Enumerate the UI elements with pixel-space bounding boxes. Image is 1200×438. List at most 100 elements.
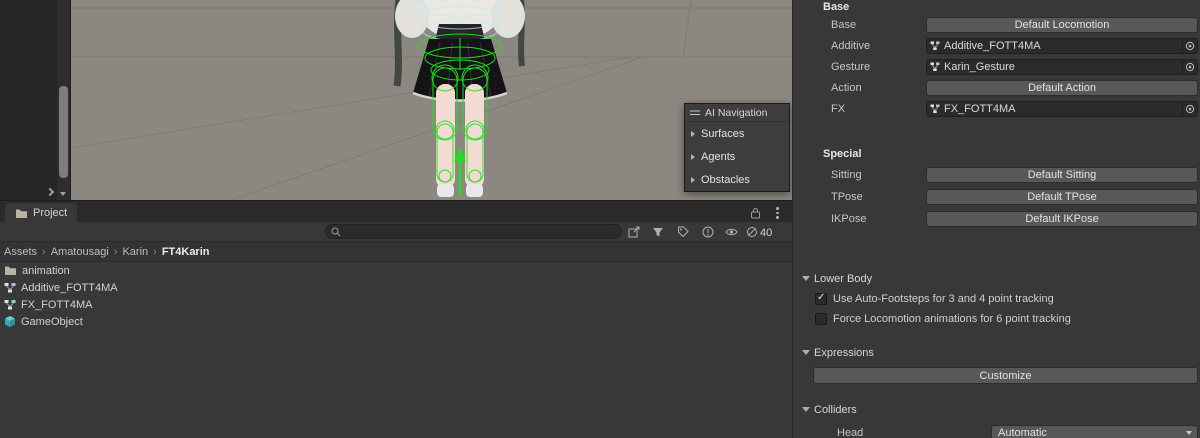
property-label: Base [831, 19, 857, 31]
folder-icon [5, 266, 16, 275]
open-search-window-icon[interactable] [627, 225, 641, 239]
object-field-value: Karin_Gesture [944, 61, 1015, 73]
scrollbar-thumb[interactable] [59, 86, 68, 178]
drag-handle-icon [690, 110, 700, 115]
object-field-value: Additive_FOTT4MA [944, 40, 1041, 52]
file-name: Additive_FOTT4MA [21, 281, 118, 294]
tpose-row: TPose Default TPose [793, 189, 1200, 205]
object-picker-icon[interactable] [1182, 102, 1197, 116]
avatar-model[interactable] [385, 0, 535, 200]
animator-controller-icon [930, 62, 940, 72]
colliders-foldout[interactable]: Colliders [793, 403, 1200, 418]
lower-body-foldout[interactable]: Lower Body [793, 272, 1200, 287]
foldout-label: Expressions [814, 347, 874, 359]
ai-nav-item-label: Obstacles [701, 173, 750, 186]
special-section-header: Special [823, 148, 862, 160]
checkbox-1[interactable] [815, 313, 827, 325]
breadcrumb-separator: › [113, 245, 118, 258]
tpose-button[interactable]: Default TPose [926, 189, 1198, 205]
ai-nav-item-label: Agents [701, 150, 736, 163]
project-search-input[interactable] [345, 225, 621, 238]
base-section-header: Base [823, 1, 850, 13]
ai-nav-item-obstacles[interactable]: Obstacles [685, 168, 789, 191]
disclosure-triangle-icon [691, 130, 695, 137]
breadcrumb-assets[interactable]: Assets [4, 246, 37, 258]
additive-layer-field[interactable]: Additive_FOTT4MA [926, 38, 1198, 54]
filter-by-label-icon[interactable] [676, 225, 690, 239]
property-label: Action [831, 82, 862, 94]
additive-layer-row: Additive Additive_FOTT4MA [793, 38, 1200, 54]
foldout-triangle-icon [802, 407, 810, 412]
checkbox-label: Use Auto-Footsteps for 3 and 4 point tra… [833, 293, 1054, 305]
foldout-label: Colliders [814, 404, 857, 416]
property-label: TPose [831, 191, 863, 203]
import-alert-icon[interactable] [701, 225, 715, 239]
action-layer-button[interactable]: Default Action [926, 80, 1198, 96]
disclosure-triangle-icon [691, 176, 695, 183]
ikpose-button[interactable]: Default IKPose [926, 211, 1198, 227]
list-item-gameobject[interactable]: GameObject [0, 313, 792, 330]
property-label: Gesture [831, 61, 871, 73]
action-layer-row: Action Default Action [793, 80, 1200, 96]
foldout-label: Lower Body [814, 273, 873, 285]
checkbox-0[interactable] [815, 292, 827, 305]
ikpose-row: IKPose Default IKPose [793, 211, 1200, 227]
breadcrumb-ft4karin[interactable]: FT4Karin [162, 246, 210, 258]
hidden-items-icon[interactable] [745, 225, 759, 239]
object-picker-icon[interactable] [1182, 60, 1197, 74]
foldout-triangle-icon [802, 350, 810, 355]
hidden-items-count: 40 [760, 227, 773, 239]
list-item-animation[interactable]: animation [0, 262, 792, 279]
unity-editor-window: AI Navigation Surfaces Agents Obstacles … [0, 0, 1200, 438]
disclosure-triangle-icon [691, 153, 695, 160]
customize-button[interactable]: Customize [813, 367, 1198, 384]
panel-menu-icon[interactable] [772, 206, 783, 220]
animator-controller-icon [930, 104, 940, 114]
breadcrumb-separator: › [42, 245, 46, 258]
expressions-foldout[interactable]: Expressions [793, 346, 1200, 361]
caret-down-icon[interactable] [60, 192, 66, 196]
file-name: GameObject [21, 315, 83, 328]
project-tabbar: Project [0, 200, 792, 223]
property-label: Sitting [831, 169, 862, 181]
force-locomotion-row: Force Locomotion animations for 6 point … [793, 312, 1200, 327]
lock-icon[interactable] [750, 206, 762, 219]
breadcrumb-amatousagi[interactable]: Amatousagi [51, 246, 109, 258]
head-collider-row: Head Automatic [793, 425, 1200, 438]
list-item-additive-fott4ma[interactable]: Additive_FOTT4MA [0, 279, 792, 296]
fx-layer-field[interactable]: FX_FOTT4MA [926, 101, 1198, 117]
ai-navigation-header[interactable]: AI Navigation [685, 104, 789, 122]
tab-project[interactable]: Project [5, 203, 78, 223]
breadcrumb-karin[interactable]: Karin [122, 246, 148, 258]
project-toolbar: 40 [0, 222, 792, 242]
property-label: FX [831, 103, 846, 115]
ai-nav-item-agents[interactable]: Agents [685, 145, 789, 168]
animator-controller-icon [4, 282, 16, 292]
move-gizmo-arrow-icon[interactable] [454, 147, 466, 196]
list-item-fx-fott4ma[interactable]: FX_FOTT4MA [0, 296, 792, 313]
visibility-eye-icon[interactable] [724, 225, 738, 239]
sitting-button[interactable]: Default Sitting [926, 167, 1198, 183]
scene-view[interactable]: AI Navigation Surfaces Agents Obstacles [0, 0, 792, 200]
search-field[interactable] [325, 224, 622, 239]
property-label: Additive [831, 40, 871, 52]
ai-nav-item-surfaces[interactable]: Surfaces [685, 122, 789, 145]
tab-label: Project [33, 207, 68, 219]
breadcrumb: Assets › Amatousagi › Karin › FT4Karin [0, 242, 792, 262]
left-panel-scrollbar[interactable] [57, 0, 71, 200]
fx-layer-row: FX FX_FOTT4MA [793, 101, 1200, 117]
gesture-layer-field[interactable]: Karin_Gesture [926, 59, 1198, 75]
property-label: Head [837, 427, 864, 438]
base-layer-button[interactable]: Default Locomotion [926, 17, 1198, 33]
chevron-down-icon [1186, 431, 1192, 435]
object-picker-icon[interactable] [1182, 39, 1197, 53]
head-collider-dropdown[interactable]: Automatic [991, 425, 1198, 438]
ai-navigation-overlay[interactable]: AI Navigation Surfaces Agents Obstacles [684, 103, 790, 192]
animator-controller-icon [930, 41, 940, 51]
search-icon [331, 227, 341, 236]
foldout-triangle-icon [802, 276, 810, 281]
inspector-panel: Base Base Default Locomotion Additive Ad… [792, 0, 1200, 438]
file-name: FX_FOTT4MA [21, 298, 93, 311]
project-file-list: animation Additive_FOTT4MA FX_FOTT4MA Ga… [0, 262, 792, 438]
filter-by-type-icon[interactable] [651, 225, 665, 239]
